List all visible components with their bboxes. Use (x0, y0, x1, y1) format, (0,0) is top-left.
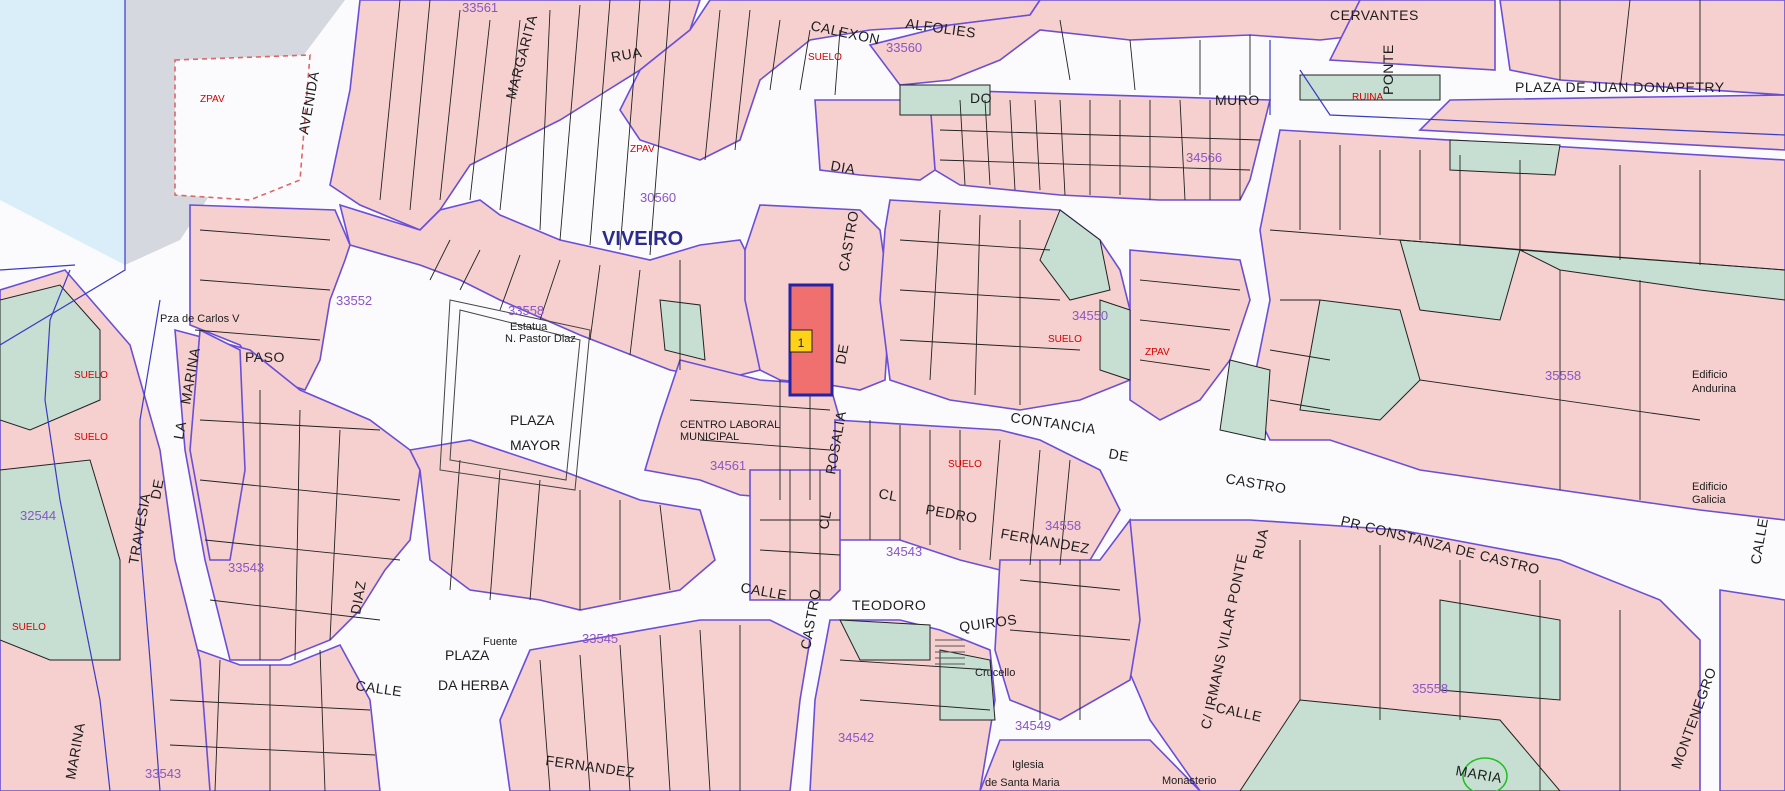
selected-parcel-number: 1 (798, 336, 805, 350)
street-cl-2: CL (815, 509, 834, 530)
tag-suelo-3: SUELO (12, 622, 46, 633)
block-id-b11: 32544 (20, 508, 56, 523)
place-centro-laboral-2: MUNICIPAL (680, 431, 739, 443)
street-cl-pedro: CL (877, 485, 898, 504)
place-crucello: Crucello (975, 667, 1015, 679)
block-id-b3: 30560 (640, 190, 676, 205)
tag-suelo-5: SUELO (948, 459, 982, 470)
place-pza-carlos: Pza de Carlos V (160, 313, 240, 325)
street-ponte: PONTE (1380, 44, 1396, 95)
block-id-b9: 34561 (710, 458, 746, 473)
block-id-b7: 34550 (1072, 308, 1108, 323)
tag-ruina: RUINA (1352, 92, 1383, 103)
block-id-b17: 34549 (1015, 718, 1051, 733)
tag-zpav-1: ZPAV (200, 94, 225, 105)
place-estatua-2: N. Pastor Diaz (505, 333, 576, 345)
block-montenegro (1719, 589, 1785, 791)
block-id-b14: 35558 (1412, 681, 1448, 696)
town-name: VIVEIRO (602, 228, 683, 250)
place-monasterio: Monasterio (1162, 775, 1216, 787)
selected-parcel-group[interactable]: 1 (788, 283, 834, 397)
place-iglesia-1: Iglesia (1012, 759, 1045, 771)
street-plaza-donapetry: PLAZA DE JUAN DONAPETRY (1515, 79, 1725, 95)
block-id-b16: 34542 (838, 730, 874, 745)
tag-suelo-1: SUELO (74, 370, 108, 381)
block-id-b12: 33543 (228, 560, 264, 575)
tag-suelo-2: SUELO (74, 432, 108, 443)
plaza-herba-line2: DA HERBA (438, 677, 509, 693)
cadastral-map[interactable]: 1 VIVEIRO CERVANTES PLAZA DE JUAN DONAPE… (0, 0, 1785, 791)
place-centro-laboral-1: CENTRO LABORAL (680, 419, 780, 431)
street-la: LA (170, 420, 189, 441)
place-edificio-galicia-1: Edificio (1692, 481, 1727, 493)
block-34552 (749, 469, 841, 601)
tag-zpav-2: ZPAV (630, 144, 655, 155)
block-id-b8: 35558 (1545, 368, 1581, 383)
street-paso: PASO (245, 349, 285, 365)
street-do: DO (970, 90, 992, 106)
block-id-b15: 33543 (145, 766, 181, 781)
tag-zpav-3: ZPAV (1145, 347, 1170, 358)
plaza-mayor-line1: PLAZA (510, 412, 555, 428)
block-id-b2: 33560 (886, 40, 922, 55)
tag-suelo-6: SUELO (808, 52, 842, 63)
place-edificio-galicia-2: Galicia (1692, 494, 1727, 506)
place-fuente: Fuente (483, 636, 517, 648)
place-edificio-andurina-2: Andurina (1692, 383, 1737, 395)
block-id-b1: 33561 (462, 0, 498, 15)
block-id-b4: 34566 (1186, 150, 1222, 165)
block-id-b13: 33545 (582, 631, 618, 646)
map-canvas[interactable]: 1 VIVEIRO CERVANTES PLAZA DE JUAN DONAPE… (0, 0, 1785, 791)
plaza-herba-line1: PLAZA (445, 647, 490, 663)
block-id-b6: 33552 (336, 293, 372, 308)
street-muro: MURO (1215, 92, 1260, 108)
place-edificio-andurina-1: Edificio (1692, 369, 1727, 381)
zpav-area (174, 54, 311, 201)
street-teodoro: TEODORO (852, 597, 926, 613)
tag-suelo-4: SUELO (1048, 334, 1082, 345)
plaza-mayor-line2: MAYOR (510, 437, 560, 453)
block-id-b5: 33558 (508, 303, 544, 318)
block-id-b10: 34558 (1045, 518, 1081, 533)
block-id-b18: 34543 (886, 544, 922, 559)
place-estatua-1: Estatua (510, 321, 548, 333)
place-iglesia-2: de Santa Maria (985, 777, 1060, 789)
street-cervantes: CERVANTES (1330, 7, 1419, 23)
green-patch-15 (1449, 139, 1561, 176)
